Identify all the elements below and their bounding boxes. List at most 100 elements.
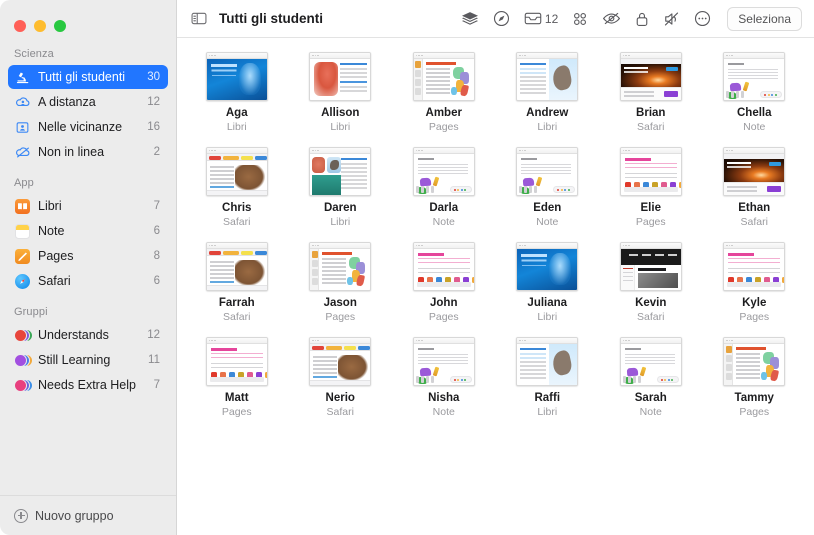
student-app: Libri (537, 406, 558, 418)
select-button[interactable]: Seleziona (727, 6, 802, 31)
student-card[interactable]: John Pages (392, 240, 496, 323)
student-card[interactable]: Sarah Note (599, 335, 703, 418)
sidebar-item-a-distanza[interactable]: A distanza 12 (8, 90, 168, 114)
student-card[interactable]: Farrah Safari (185, 240, 289, 323)
sidebar-item-count: 7 (153, 200, 160, 212)
student-card[interactable]: Kevin Safari (599, 240, 703, 323)
student-thumbnail[interactable] (412, 147, 475, 196)
student-card[interactable]: Juliana Libri (496, 240, 600, 323)
apps-button[interactable] (572, 8, 588, 30)
more-button[interactable] (694, 8, 711, 30)
sidebar-item-tutti-gli-studenti[interactable]: Tutti gli studenti 30 (8, 65, 168, 89)
student-card[interactable]: Nerio Safari (289, 335, 393, 418)
student-thumbnail[interactable] (309, 147, 372, 196)
inbox-button[interactable]: 12 (524, 8, 558, 30)
sidebar-item-pages[interactable]: Pages 8 (8, 244, 168, 268)
student-thumbnail[interactable] (412, 52, 475, 101)
student-app: Safari (637, 311, 665, 323)
student-name: Chris (222, 202, 252, 214)
student-thumbnail[interactable] (723, 337, 786, 386)
student-card[interactable]: Nisha Note (392, 335, 496, 418)
student-thumbnail[interactable] (516, 337, 579, 386)
student-thumbnail[interactable] (516, 52, 579, 101)
student-name: Eden (533, 202, 562, 214)
new-group-label: Nuovo gruppo (35, 508, 114, 523)
student-card[interactable]: Chris Safari (185, 145, 289, 228)
student-thumbnail[interactable] (619, 147, 682, 196)
student-card[interactable]: Eden Note (496, 145, 600, 228)
student-name: Elie (640, 202, 661, 214)
student-thumbnail[interactable] (723, 147, 786, 196)
student-card[interactable]: Tammy Pages (703, 335, 807, 418)
student-thumbnail[interactable] (309, 52, 372, 101)
sidebar-item-label: Still Learning (38, 353, 111, 367)
sidebar-item-safari[interactable]: Safari 6 (8, 269, 168, 293)
person-card-icon (14, 119, 31, 136)
student-thumbnail[interactable] (205, 52, 268, 101)
student-app: Pages (428, 121, 459, 133)
student-card[interactable]: Allison Libri (289, 50, 393, 133)
lock-button[interactable] (635, 8, 649, 30)
student-card[interactable]: Chella Note (703, 50, 807, 133)
minimize-window-button[interactable] (34, 20, 46, 32)
navigate-button[interactable] (493, 8, 510, 30)
hide-screen-button[interactable] (602, 8, 621, 30)
student-app: Pages (325, 311, 356, 323)
student-thumbnail[interactable] (619, 52, 682, 101)
student-thumbnail[interactable] (723, 52, 786, 101)
new-group-button[interactable]: Nuovo gruppo (0, 495, 176, 535)
student-thumbnail[interactable] (516, 147, 579, 196)
sidebar-item-libri[interactable]: Libri 7 (8, 194, 168, 218)
student-card[interactable]: Kyle Pages (703, 240, 807, 323)
sidebar-item-understands[interactable]: Understands 12 (8, 323, 168, 347)
student-card[interactable]: Matt Pages (185, 335, 289, 418)
sidebar-item-label: Tutti gli studenti (38, 70, 126, 84)
student-card[interactable]: Darla Note (392, 145, 496, 228)
student-thumbnail[interactable] (309, 337, 372, 386)
student-card[interactable]: Ethan Safari (703, 145, 807, 228)
student-card[interactable]: Aga Libri (185, 50, 289, 133)
sidebar-item-note[interactable]: Note 6 (8, 219, 168, 243)
student-card[interactable]: Elie Pages (599, 145, 703, 228)
student-card[interactable]: Raffi Libri (496, 335, 600, 418)
student-name: Kevin (635, 297, 667, 309)
student-thumbnail[interactable] (619, 337, 682, 386)
student-thumbnail[interactable] (412, 242, 475, 291)
student-card[interactable]: Amber Pages (392, 50, 496, 133)
student-card[interactable]: Brian Safari (599, 50, 703, 133)
student-card[interactable]: Jason Pages (289, 240, 393, 323)
student-thumbnail[interactable] (309, 242, 372, 291)
student-thumbnail[interactable] (205, 242, 268, 291)
student-app: Pages (428, 311, 459, 323)
sidebar-list: Scienza Tutti gli studenti 30 A distanza… (0, 38, 176, 495)
sidebar-item-nelle-vicinanze[interactable]: Nelle vicinanze 16 (8, 115, 168, 139)
sidebar-item-non-in-linea[interactable]: Non in linea 2 (8, 140, 168, 164)
sidebar-item-still-learning[interactable]: Still Learning 11 (8, 348, 168, 372)
student-name: John (430, 297, 458, 309)
student-thumbnail[interactable] (205, 147, 268, 196)
student-name: Nerio (325, 392, 355, 404)
student-card[interactable]: Andrew Libri (496, 50, 600, 133)
layers-button[interactable] (461, 8, 479, 30)
student-thumbnail[interactable] (205, 337, 268, 386)
sidebar-item-count: 30 (147, 71, 160, 83)
mute-button[interactable] (663, 8, 680, 30)
student-name: Daren (323, 202, 357, 214)
student-app: Libri (330, 121, 351, 133)
student-thumbnail[interactable] (516, 242, 579, 291)
close-window-button[interactable] (14, 20, 26, 32)
student-card[interactable]: Daren Libri (289, 145, 393, 228)
student-app: Libri (226, 121, 247, 133)
sidebar-item-count: 2 (153, 146, 160, 158)
student-thumbnail[interactable] (619, 242, 682, 291)
student-name: Raffi (534, 392, 561, 404)
student-name: Brian (636, 107, 666, 119)
sidebar-toggle-icon[interactable] (191, 8, 207, 30)
student-thumbnail[interactable] (412, 337, 475, 386)
inbox-count: 12 (544, 11, 559, 26)
student-name: Nisha (428, 392, 460, 404)
student-thumbnail[interactable] (723, 242, 786, 291)
sidebar-item-needs-extra-help[interactable]: Needs Extra Help 7 (8, 373, 168, 397)
group-avatars-icon (14, 377, 33, 394)
zoom-window-button[interactable] (54, 20, 66, 32)
